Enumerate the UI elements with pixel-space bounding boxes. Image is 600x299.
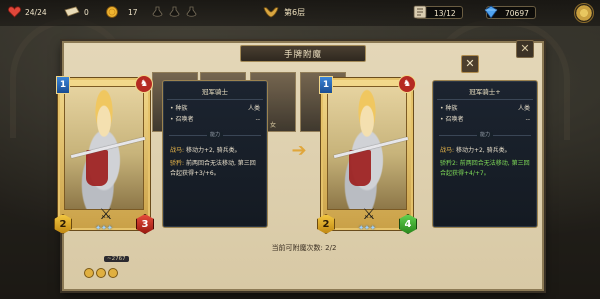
knight-class-icon: ♞ [135,75,153,93]
tier-badge: 1 [319,76,333,94]
card-before[interactable]: 1 ♞ ⚔ ✦✦✦ 2 3 [54,75,154,234]
scroll-value: 0 [84,7,89,17]
ability: 骄矜: 前两回合无法移动, 第三回合起获得+3/+6。 [163,159,267,179]
info-row: 召唤者 -- [433,114,537,125]
info-key: 召唤者 [440,114,463,125]
gear-icon[interactable] [574,3,594,23]
weapon-icon: ⚔ [362,205,376,223]
info-key: 种族 [440,103,457,114]
scroll-icon [64,6,80,17]
card-after[interactable]: 1 ♞ ⚔ ✦✦✦ 2 4 [317,75,417,234]
coin-pile [84,268,124,282]
card-art-cape [86,150,108,186]
ability: 战马: 移动力+2, 骑兵类。 [163,146,267,156]
ability-divider: 能力 [439,132,531,142]
info-key: 召唤者 [170,114,193,125]
info-value: 人类 [517,105,530,112]
floor-label: 第6层 [284,7,306,17]
panel-title: 手牌附魔 [240,45,366,62]
arrow-right-icon: ➔ [291,140,307,161]
card-deck-icon [413,5,427,19]
card-name: 冠军骑士 [167,86,263,100]
card-art-cape [349,150,371,186]
ability-text: 移动力+2, 骑兵类。 [184,147,241,154]
coin-icon [108,268,118,278]
info-row: 种族 人类 [433,103,537,114]
ability: 骄矜2: 前两回合无法移动, 第三回合起获得+4/+7。 [433,159,537,179]
hp-indicator: 24/24 [8,6,47,18]
star-rating: ✦✦✦ [358,224,376,232]
info-key: 种族 [170,103,187,114]
info-value: -- [255,116,260,123]
info-row: 种族 人类 [163,103,267,114]
ability-section-label: 能力 [476,132,493,138]
hp-value: 24/24 [25,7,47,17]
info-value: -- [525,116,530,123]
deck-indicator[interactable]: 13/12 [413,5,463,19]
top-bar: 24/24 0 17 第6层 13/12 70697 [0,0,600,26]
tier-badge: 1 [56,76,70,94]
floor-indicator: 第6层 [262,6,305,18]
gem-icon [484,5,498,19]
coin-icon [96,268,106,278]
knight-class-icon: ♞ [398,75,416,93]
potion-slot-icon[interactable] [186,6,197,18]
potion-slot-icon[interactable] [169,6,180,18]
star-rating: ✦✦✦ [95,224,113,232]
heart-icon [8,6,21,18]
coin-icon [84,268,94,278]
ability-text: 移动力+2, 骑兵类。 [454,147,511,154]
gold-indicator: 17 [106,6,138,18]
potion-slot-icon[interactable] [152,6,163,18]
card-name: 冠军骑士+ [437,86,533,100]
remaining-enchants: 当前可附魔次数: 2/2 [271,244,337,252]
weapon-icon: ⚔ [99,205,113,223]
gold-value: 17 [128,7,138,17]
close-icon[interactable]: ✕ [516,40,534,58]
ability-name: 战马: [440,147,455,154]
card-info-before: 冠军骑士 种族 人类 召唤者 -- 能力 战马: 移动力+2, 骑兵类。 骄矜: 前… [162,80,268,228]
ability-divider: 能力 [169,132,261,142]
floor-emblem-icon [263,7,279,18]
card-info-after: 冠军骑士+ 种族 人类 召唤者 -- 能力 战马: 移动力+2, 骑兵类。 骄矜2:… [432,80,538,228]
coin-icon [106,6,118,18]
ability-name: 骄矜2: [440,160,458,167]
ability-name: 战马: [170,147,185,154]
scroll-indicator: 0 [64,6,89,18]
close-icon[interactable]: ✕ [461,55,479,73]
info-value: 人类 [247,105,260,112]
potion-slots [152,6,197,18]
ability-section-label: 能力 [206,132,223,138]
ability: 战马: 移动力+2, 骑兵类。 [433,146,537,156]
ability-name: 骄矜: [170,160,185,167]
info-row: 召唤者 -- [163,114,267,125]
gem-indicator: 70697 [484,5,536,19]
gold-tag: ~2767 [104,256,129,262]
